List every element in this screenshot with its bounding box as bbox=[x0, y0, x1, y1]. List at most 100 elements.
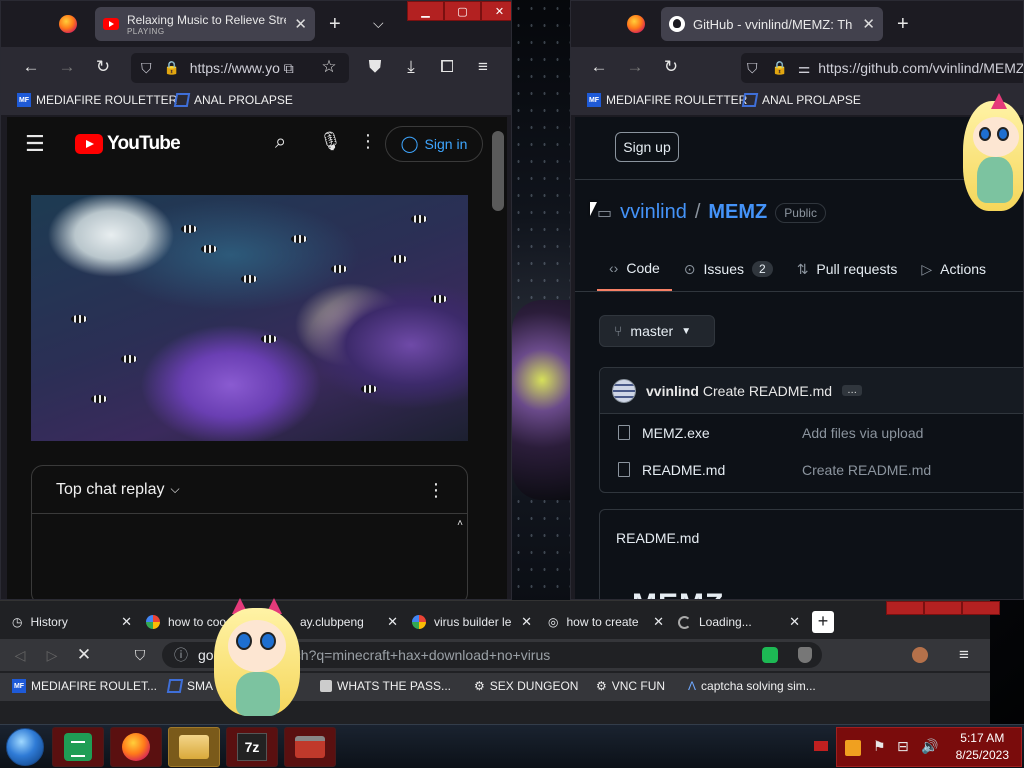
close-window-button[interactable]: ✕ bbox=[481, 1, 511, 21]
bookmark-icon[interactable]: ⛉ bbox=[130, 645, 150, 665]
chevron-down-icon[interactable]: ⌵ bbox=[171, 482, 180, 497]
extensions-icon[interactable]: ⧠ bbox=[437, 57, 457, 77]
firefox-icon[interactable] bbox=[59, 15, 77, 33]
readme-title[interactable]: README.md bbox=[600, 510, 1023, 566]
bookmark-star-icon[interactable]: ☆ bbox=[319, 57, 339, 77]
maximize-button[interactable]: ▢ bbox=[444, 1, 481, 21]
firefox-icon[interactable] bbox=[627, 15, 645, 33]
profile-avatar[interactable] bbox=[912, 647, 928, 663]
bookmark-second[interactable]: ANAL PROLAPSE bbox=[741, 93, 861, 107]
maximize-button[interactable] bbox=[924, 601, 962, 615]
tab-clubpenguin[interactable]: ay.clubpeng ✕ bbox=[300, 609, 398, 635]
file-commit-message[interactable]: Create README.md bbox=[802, 462, 931, 478]
branch-select[interactable]: ⑂ master ▼ bbox=[599, 315, 715, 347]
clock[interactable]: 5:17 AM 8/25/2023 bbox=[956, 730, 1009, 764]
tab-issues[interactable]: ⊙ Issues 2 bbox=[672, 247, 785, 291]
bookmark-third[interactable]: ⚙ SEX DUNGEON bbox=[474, 679, 578, 693]
bookmark-password[interactable]: WHATS THE PASS... bbox=[320, 679, 451, 693]
url-bar[interactable]: ⛉ 🔒 https://www.yo ⧉ bbox=[131, 53, 349, 83]
start-button[interactable] bbox=[6, 728, 44, 766]
flag-icon[interactable]: ⚑ bbox=[873, 738, 886, 755]
chevron-down-icon[interactable]: ⌵ bbox=[373, 15, 384, 32]
minimize-button[interactable]: ▁ bbox=[407, 1, 444, 21]
close-tab-icon[interactable]: ✕ bbox=[121, 614, 132, 630]
back-icon[interactable]: ◁ bbox=[10, 645, 30, 665]
url-text[interactable]: https://www.yo bbox=[190, 60, 280, 76]
bookmark-mediafire[interactable]: MF MEDIAFIRE ROULETTER bbox=[587, 93, 747, 107]
taskbar-app-toolbox[interactable] bbox=[284, 727, 336, 767]
tab-code[interactable]: ‹› Code bbox=[597, 247, 672, 291]
reload-icon[interactable]: ↻ bbox=[93, 57, 113, 77]
youtube-logo[interactable]: YouTube bbox=[75, 133, 181, 155]
bookmark-mediafire[interactable]: MF MEDIAFIRE ROULET... bbox=[12, 679, 157, 693]
file-name[interactable]: README.md bbox=[642, 462, 802, 478]
download-icon[interactable]: ⤓ bbox=[401, 57, 421, 77]
new-tab-button[interactable]: + bbox=[812, 611, 834, 633]
permissions-icon[interactable]: ⚌ bbox=[798, 60, 811, 77]
search-icon[interactable]: ⌕ bbox=[275, 131, 286, 154]
menu-icon[interactable]: ≡ bbox=[954, 645, 974, 665]
taskbar-app-7zip[interactable]: 7z bbox=[226, 727, 278, 767]
file-name[interactable]: MEMZ.exe bbox=[642, 425, 802, 441]
forward-icon[interactable]: → bbox=[57, 57, 77, 77]
bookmark-second[interactable]: ANAL PROLAPSE bbox=[173, 93, 293, 107]
lock-icon[interactable]: 🔒 bbox=[772, 60, 788, 76]
close-tab-icon[interactable]: ✕ bbox=[862, 15, 875, 33]
repo-name-link[interactable]: MEMZ bbox=[708, 201, 767, 224]
list-item[interactable]: MEMZ.exe Add files via upload bbox=[600, 414, 1023, 451]
chat-more-icon[interactable]: ⋮ bbox=[427, 480, 445, 501]
list-item[interactable]: README.md Create README.md bbox=[600, 451, 1023, 488]
back-icon[interactable]: ← bbox=[21, 57, 41, 77]
sign-in-button[interactable]: ◯ Sign in bbox=[385, 126, 483, 162]
bookmark-mediafire[interactable]: MF MEDIAFIRE ROULETTER bbox=[17, 93, 177, 107]
new-tab-icon[interactable]: + bbox=[329, 13, 341, 36]
commit-message[interactable]: Create README.md bbox=[703, 383, 832, 399]
video-player[interactable] bbox=[31, 195, 468, 441]
url-bar[interactable]: ⛉ 🔒 ⚌ https://github.com/vvinlind/MEMZ bbox=[741, 53, 1023, 83]
menu-icon[interactable]: ≡ bbox=[473, 57, 493, 77]
close-tab-icon[interactable]: ✕ bbox=[294, 15, 307, 33]
close-tab-icon[interactable]: ✕ bbox=[387, 614, 398, 630]
taskbar-app-firefox[interactable] bbox=[110, 727, 162, 767]
pocket-icon[interactable]: ⛊ bbox=[365, 57, 385, 77]
tray-notification-icon[interactable] bbox=[814, 741, 828, 751]
lock-icon[interactable]: 🔒 bbox=[164, 60, 180, 76]
bookmark-captcha[interactable]: Λ captcha solving sim... bbox=[688, 679, 816, 693]
tray-app-icon[interactable] bbox=[845, 740, 861, 756]
reload-icon[interactable]: ↻ bbox=[661, 57, 681, 77]
close-window-button[interactable] bbox=[962, 601, 1000, 615]
extension-icon[interactable] bbox=[762, 647, 778, 663]
close-tab-icon[interactable]: ✕ bbox=[653, 614, 664, 630]
back-icon[interactable]: ← bbox=[589, 57, 609, 77]
tab-search-2[interactable]: virus builder le ✕ bbox=[412, 609, 532, 635]
tab-github[interactable]: GitHub - vvinlind/MEMZ: The ✕ bbox=[661, 7, 883, 41]
tab-search-3[interactable]: ◎ how to create ✕ bbox=[548, 609, 664, 635]
picture-in-picture-icon[interactable]: ⧉ bbox=[284, 60, 294, 77]
info-icon[interactable]: ⓘ bbox=[174, 645, 188, 665]
tab-pull-requests[interactable]: ⇅ Pull requests bbox=[785, 247, 910, 291]
commit-author[interactable]: vvinlind bbox=[646, 383, 699, 399]
file-commit-message[interactable]: Add files via upload bbox=[802, 425, 923, 441]
taskbar-app-sheets[interactable] bbox=[52, 727, 104, 767]
tab-youtube[interactable]: Relaxing Music to Relieve Stress PLAYING… bbox=[95, 7, 315, 41]
forward-icon[interactable]: ▷ bbox=[42, 645, 62, 665]
microphone-icon[interactable]: 🎙 bbox=[319, 131, 342, 152]
shield-icon[interactable]: ⛉ bbox=[141, 60, 152, 77]
repo-owner-link[interactable]: vvinlind bbox=[620, 201, 687, 224]
forward-icon[interactable]: → bbox=[625, 57, 645, 77]
hamburger-menu-icon[interactable]: ☰ bbox=[25, 131, 45, 157]
network-icon[interactable]: ⊟ bbox=[897, 738, 909, 755]
more-options-icon[interactable]: ⋮ bbox=[359, 131, 377, 152]
tab-loading[interactable]: Loading... ✕ bbox=[678, 609, 800, 635]
expand-commit-button[interactable]: … bbox=[842, 385, 863, 396]
tab-actions[interactable]: ▷ Actions bbox=[909, 247, 998, 291]
stop-loading-icon[interactable]: ✕ bbox=[74, 645, 94, 665]
scrollbar[interactable] bbox=[492, 131, 504, 211]
sign-up-button[interactable]: Sign up bbox=[615, 132, 679, 162]
minimize-button[interactable] bbox=[886, 601, 924, 615]
new-tab-icon[interactable]: + bbox=[897, 13, 909, 36]
avatar[interactable] bbox=[612, 378, 636, 403]
scroll-up-icon[interactable]: ˄ bbox=[457, 518, 463, 529]
tab-history[interactable]: ◷ History ✕ bbox=[12, 609, 132, 635]
taskbar-app-explorer[interactable] bbox=[168, 727, 220, 767]
